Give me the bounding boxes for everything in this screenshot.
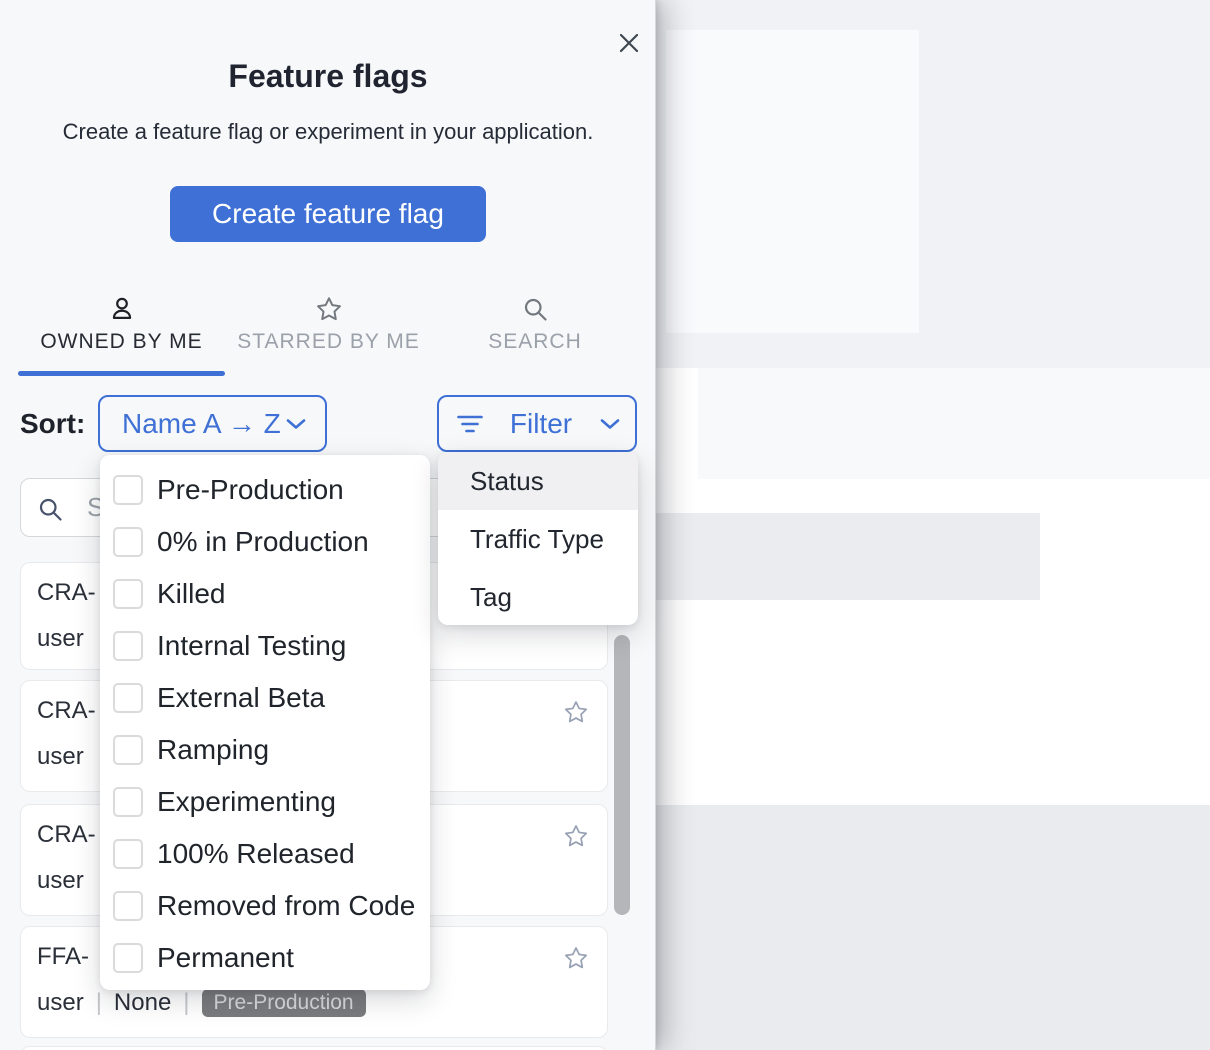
flag-name: CRA- — [37, 579, 96, 607]
feature-flags-modal: Feature flags Create a feature flag or e… — [0, 0, 656, 1050]
flag-name: CRA- — [37, 821, 96, 849]
tab-starred-by-me[interactable]: STARRED BY ME — [225, 294, 432, 374]
checkbox[interactable] — [113, 475, 143, 505]
flag-traffic-type: user — [37, 743, 84, 771]
checkbox[interactable] — [113, 527, 143, 557]
flag-card[interactable] — [20, 1046, 608, 1050]
menu-item-tag[interactable]: Tag — [438, 568, 638, 625]
search-icon — [36, 495, 64, 523]
background-page — [656, 0, 1210, 1050]
flag-traffic-type: user — [37, 989, 84, 1017]
page-subtitle: Create a feature flag or experiment in y… — [0, 119, 656, 145]
menu-item-experimenting[interactable]: Experimenting — [100, 776, 430, 828]
search-icon — [521, 294, 549, 324]
separator: | — [96, 989, 102, 1017]
scrollbar-thumb[interactable] — [614, 635, 630, 915]
checkbox[interactable] — [113, 839, 143, 869]
checkbox[interactable] — [113, 631, 143, 661]
sort-value: Name A → Z — [122, 408, 281, 440]
separator: | — [183, 989, 189, 1017]
background-row-placeholder — [698, 368, 1210, 479]
star-icon[interactable] — [563, 699, 589, 725]
person-icon — [108, 294, 136, 324]
page-title: Feature flags — [0, 58, 656, 95]
background-panel-placeholder — [666, 30, 919, 333]
menu-item-external-beta[interactable]: External Beta — [100, 672, 430, 724]
tab-search[interactable]: SEARCH — [455, 294, 615, 374]
menu-item-0-in-production[interactable]: 0% in Production — [100, 516, 430, 568]
menu-item-status[interactable]: Status — [438, 452, 638, 510]
flag-traffic-type: user — [37, 867, 84, 895]
checkbox[interactable] — [113, 891, 143, 921]
active-tab-underline — [18, 371, 225, 376]
menu-item-permanent[interactable]: Permanent — [100, 932, 430, 984]
menu-item-pre-production[interactable]: Pre-Production — [100, 464, 430, 516]
menu-item-traffic-type[interactable]: Traffic Type — [438, 510, 638, 568]
flag-name: FFA- — [37, 943, 89, 971]
checkbox[interactable] — [113, 683, 143, 713]
star-icon[interactable] — [563, 945, 589, 971]
chevron-down-icon — [285, 417, 307, 431]
menu-item-killed[interactable]: Killed — [100, 568, 430, 620]
tab-owned-by-me[interactable]: OWNED BY ME — [18, 294, 225, 374]
create-feature-flag-button[interactable]: Create feature flag — [170, 186, 486, 242]
tab-label: SEARCH — [488, 330, 582, 354]
star-icon — [315, 294, 343, 324]
tab-label: OWNED BY ME — [40, 330, 202, 354]
close-button[interactable] — [612, 26, 646, 60]
background-footer-placeholder — [656, 805, 1210, 1050]
filter-label: Filter — [510, 408, 572, 440]
sort-dropdown[interactable]: Name A → Z — [98, 395, 327, 452]
tab-label: STARRED BY ME — [237, 330, 420, 354]
background-block-placeholder — [656, 513, 1040, 600]
flag-name: CRA- — [37, 697, 96, 725]
menu-item-100-released[interactable]: 100% Released — [100, 828, 430, 880]
chevron-down-icon — [599, 417, 621, 431]
status-badge: Pre-Production — [202, 989, 366, 1017]
sort-label: Sort: — [20, 408, 85, 440]
star-icon[interactable] — [563, 823, 589, 849]
screen: Feature flags Create a feature flag or e… — [0, 0, 1210, 1050]
menu-item-ramping[interactable]: Ramping — [100, 724, 430, 776]
filter-category-menu: Status Traffic Type Tag — [438, 452, 638, 625]
menu-item-internal-testing[interactable]: Internal Testing — [100, 620, 430, 672]
checkbox[interactable] — [113, 943, 143, 973]
checkbox[interactable] — [113, 735, 143, 765]
filter-dropdown[interactable]: Filter — [437, 395, 637, 452]
flag-traffic-type: user — [37, 625, 84, 653]
checkbox[interactable] — [113, 579, 143, 609]
filter-icon — [457, 413, 483, 435]
menu-item-removed-from-code[interactable]: Removed from Code — [100, 880, 430, 932]
flag-rollout: None — [114, 989, 171, 1017]
status-filter-menu: Pre-Production 0% in Production Killed I… — [100, 455, 430, 990]
close-icon — [617, 31, 641, 55]
checkbox[interactable] — [113, 787, 143, 817]
